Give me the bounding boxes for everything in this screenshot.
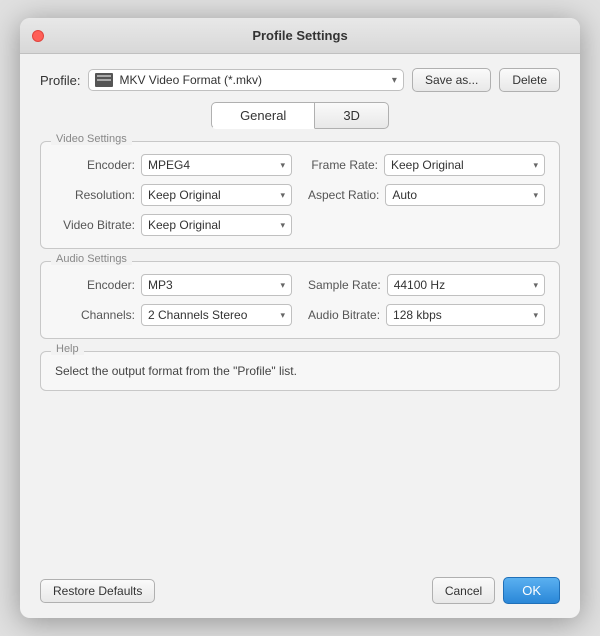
frame-rate-field: Frame Rate: Keep Original ▾	[308, 154, 545, 176]
audio-bitrate-arrow: ▾	[533, 310, 538, 321]
channels-field: Channels: 2 Channels Stereo ▾	[55, 304, 292, 326]
frame-rate-select[interactable]: Keep Original ▾	[384, 154, 545, 176]
sample-rate-field: Sample Rate: 44100 Hz ▾	[308, 274, 545, 296]
resolution-value: Keep Original	[148, 188, 221, 202]
audio-encoder-field: Encoder: MP3 ▾	[55, 274, 292, 296]
channels-value: 2 Channels Stereo	[148, 308, 247, 322]
main-content: Profile: MKV Video Format (*.mkv) ▾ Save…	[20, 54, 580, 567]
audio-settings-title: Audio Settings	[51, 253, 132, 265]
tab-general[interactable]: General	[211, 102, 315, 129]
video-bitrate-field: Video Bitrate: Keep Original ▾	[55, 214, 292, 236]
mkv-icon	[95, 73, 113, 87]
tab-3d[interactable]: 3D	[315, 102, 389, 129]
bottom-bar: Restore Defaults Cancel OK	[20, 567, 580, 618]
frame-rate-value: Keep Original	[391, 158, 464, 172]
help-title: Help	[51, 343, 84, 355]
encoder-arrow: ▾	[280, 160, 285, 171]
sample-rate-value: 44100 Hz	[394, 278, 445, 292]
video-settings-grid: Encoder: MPEG4 ▾ Frame Rate: Keep Origin…	[55, 154, 545, 236]
video-bitrate-label: Video Bitrate:	[55, 218, 135, 232]
video-settings-title: Video Settings	[51, 133, 132, 145]
audio-encoder-label: Encoder:	[55, 278, 135, 292]
frame-rate-label: Frame Rate:	[308, 158, 378, 172]
audio-encoder-arrow: ▾	[280, 280, 285, 291]
video-settings-section: Video Settings Encoder: MPEG4 ▾ Frame Ra…	[40, 141, 560, 249]
channels-label: Channels:	[55, 308, 135, 322]
sample-rate-arrow: ▾	[533, 280, 538, 291]
tabs-row: General 3D	[40, 102, 560, 129]
profile-settings-window: Profile Settings Profile: MKV Video Form…	[20, 18, 580, 618]
title-bar: Profile Settings	[20, 18, 580, 54]
aspect-ratio-arrow: ▾	[533, 190, 538, 201]
video-bitrate-select[interactable]: Keep Original ▾	[141, 214, 292, 236]
resolution-field: Resolution: Keep Original ▾	[55, 184, 292, 206]
channels-arrow: ▾	[280, 310, 285, 321]
aspect-ratio-select[interactable]: Auto ▾	[385, 184, 545, 206]
audio-bitrate-select[interactable]: 128 kbps ▾	[386, 304, 545, 326]
sample-rate-label: Sample Rate:	[308, 278, 381, 292]
profile-selected-value: MKV Video Format (*.mkv)	[119, 73, 385, 87]
channels-select[interactable]: 2 Channels Stereo ▾	[141, 304, 292, 326]
encoder-label: Encoder:	[55, 158, 135, 172]
restore-defaults-button[interactable]: Restore Defaults	[40, 579, 155, 603]
help-section: Help Select the output format from the "…	[40, 351, 560, 391]
resolution-select[interactable]: Keep Original ▾	[141, 184, 292, 206]
ok-button[interactable]: OK	[503, 577, 560, 604]
audio-bitrate-field: Audio Bitrate: 128 kbps ▾	[308, 304, 545, 326]
audio-encoder-select[interactable]: MP3 ▾	[141, 274, 292, 296]
aspect-ratio-value: Auto	[392, 188, 417, 202]
cancel-button[interactable]: Cancel	[432, 577, 495, 604]
video-bitrate-arrow: ▾	[280, 220, 285, 231]
encoder-field: Encoder: MPEG4 ▾	[55, 154, 292, 176]
delete-button[interactable]: Delete	[499, 68, 560, 92]
aspect-ratio-label: Aspect Ratio:	[308, 188, 379, 202]
profile-select[interactable]: MKV Video Format (*.mkv) ▾	[88, 69, 403, 91]
profile-dropdown-arrow: ▾	[392, 75, 397, 86]
audio-bitrate-value: 128 kbps	[393, 308, 442, 322]
window-title: Profile Settings	[252, 28, 347, 43]
profile-row: Profile: MKV Video Format (*.mkv) ▾ Save…	[40, 68, 560, 92]
close-button[interactable]	[32, 30, 44, 42]
profile-label: Profile:	[40, 73, 80, 88]
frame-rate-arrow: ▾	[533, 160, 538, 171]
encoder-select[interactable]: MPEG4 ▾	[141, 154, 292, 176]
audio-bitrate-label: Audio Bitrate:	[308, 308, 380, 322]
encoder-value: MPEG4	[148, 158, 190, 172]
aspect-ratio-field: Aspect Ratio: Auto ▾	[308, 184, 545, 206]
audio-settings-grid: Encoder: MP3 ▾ Sample Rate: 44100 Hz ▾	[55, 274, 545, 326]
audio-settings-section: Audio Settings Encoder: MP3 ▾ Sample Rat…	[40, 261, 560, 339]
video-bitrate-value: Keep Original	[148, 218, 221, 232]
resolution-arrow: ▾	[280, 190, 285, 201]
save-as-button[interactable]: Save as...	[412, 68, 491, 92]
audio-encoder-value: MP3	[148, 278, 173, 292]
resolution-label: Resolution:	[55, 188, 135, 202]
right-buttons: Cancel OK	[432, 577, 560, 604]
sample-rate-select[interactable]: 44100 Hz ▾	[387, 274, 545, 296]
help-text: Select the output format from the "Profi…	[55, 364, 545, 378]
